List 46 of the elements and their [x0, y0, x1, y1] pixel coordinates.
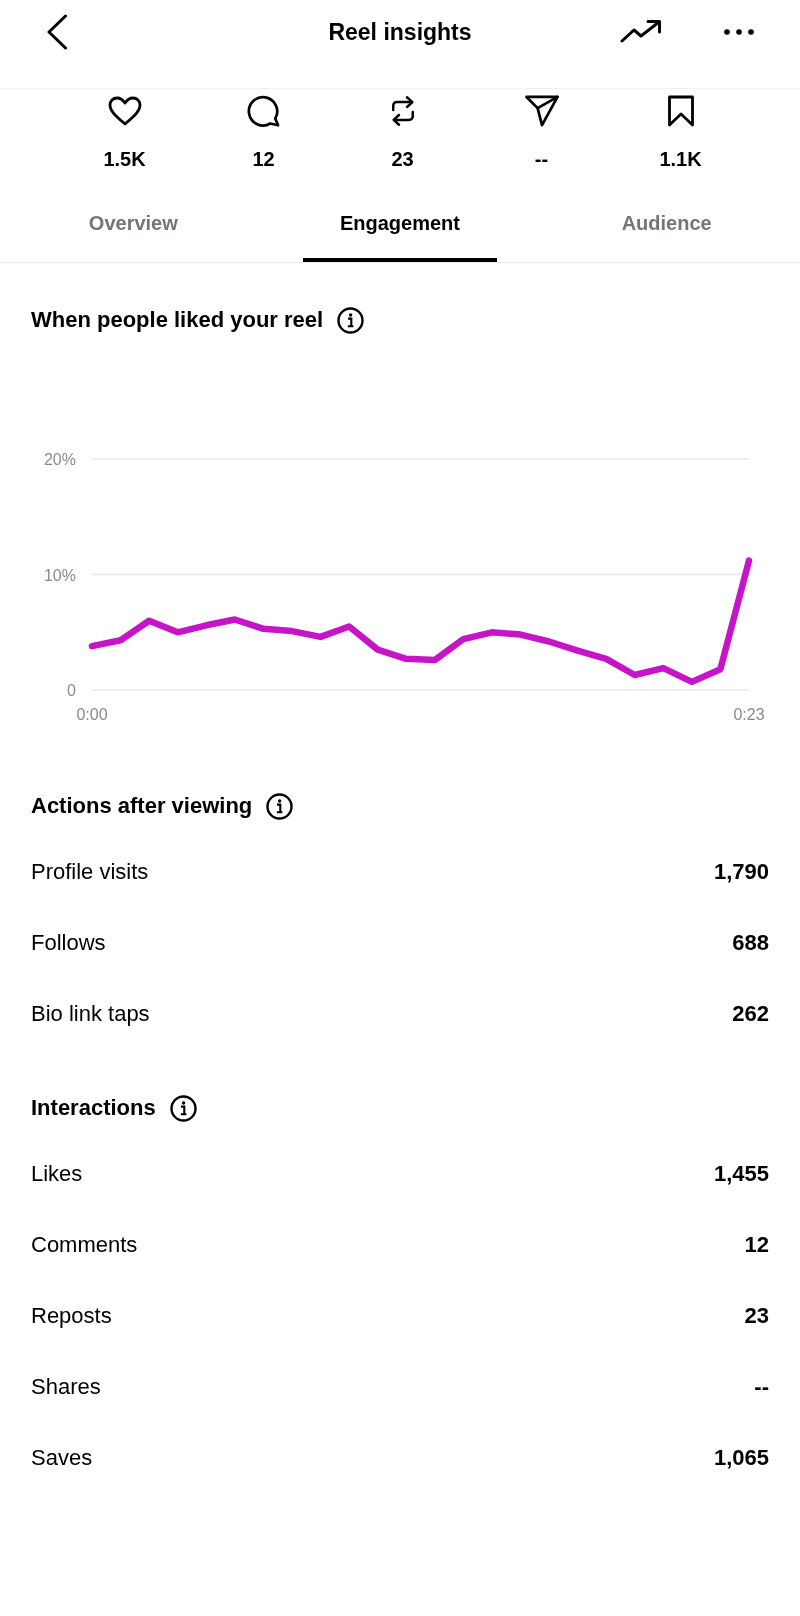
metric-label: Bio link taps: [31, 999, 150, 1028]
y-tick-label: 10%: [43, 566, 76, 584]
page-title: Reel insights: [328, 17, 472, 47]
chevron-left-icon: [46, 13, 68, 50]
repost-count: 23: [391, 147, 414, 171]
metric-label: Profile visits: [31, 857, 149, 886]
bookmark-icon: [666, 95, 695, 127]
section-title: Actions after viewing: [31, 792, 253, 820]
y-tick-label: 0: [67, 682, 76, 699]
metric-value: 12: [744, 1230, 769, 1259]
more-button[interactable]: [724, 28, 754, 35]
metric-label: Comments: [31, 1230, 138, 1259]
like-count: 1.5K: [103, 147, 146, 171]
info-icon[interactable]: [169, 1094, 197, 1122]
metric-label: Follows: [31, 928, 106, 957]
x-tick-label: 0:00: [76, 706, 108, 723]
metric-value: 688: [732, 928, 769, 957]
speech-bubble-icon: [246, 95, 281, 127]
metric-value: 1,455: [713, 1159, 769, 1188]
metric-label: Saves: [31, 1443, 93, 1472]
metric-value: 262: [732, 999, 769, 1028]
share-count: --: [534, 147, 549, 171]
section-title: When people liked your reel: [31, 306, 324, 334]
save-count: 1.1K: [659, 147, 702, 171]
metric-label: Likes: [31, 1159, 83, 1188]
metric-label: Reposts: [31, 1301, 112, 1330]
trend-button[interactable]: [620, 19, 662, 44]
tab[interactable]: Audience: [569, 194, 764, 262]
metric-label: Shares: [31, 1372, 101, 1401]
back-button[interactable]: [46, 13, 68, 50]
paper-plane-icon: [523, 95, 560, 127]
metric-value: 1,790: [713, 857, 769, 886]
metric-value: 23: [744, 1301, 769, 1330]
y-tick-label: 20%: [43, 451, 76, 468]
info-icon[interactable]: [266, 792, 294, 820]
metric-value: --: [754, 1372, 769, 1401]
comment-count: 12: [252, 147, 275, 171]
trend-arrow-icon: [620, 19, 662, 44]
section-title: Interactions: [31, 1094, 156, 1122]
more-icon: [724, 28, 754, 35]
info-icon[interactable]: [337, 306, 365, 334]
metric-value: 1,065: [713, 1443, 769, 1472]
tab[interactable]: Engagement: [303, 194, 497, 262]
heart-icon: [107, 95, 142, 127]
x-tick-label: 0:23: [733, 706, 765, 723]
tab[interactable]: Overview: [36, 194, 231, 262]
